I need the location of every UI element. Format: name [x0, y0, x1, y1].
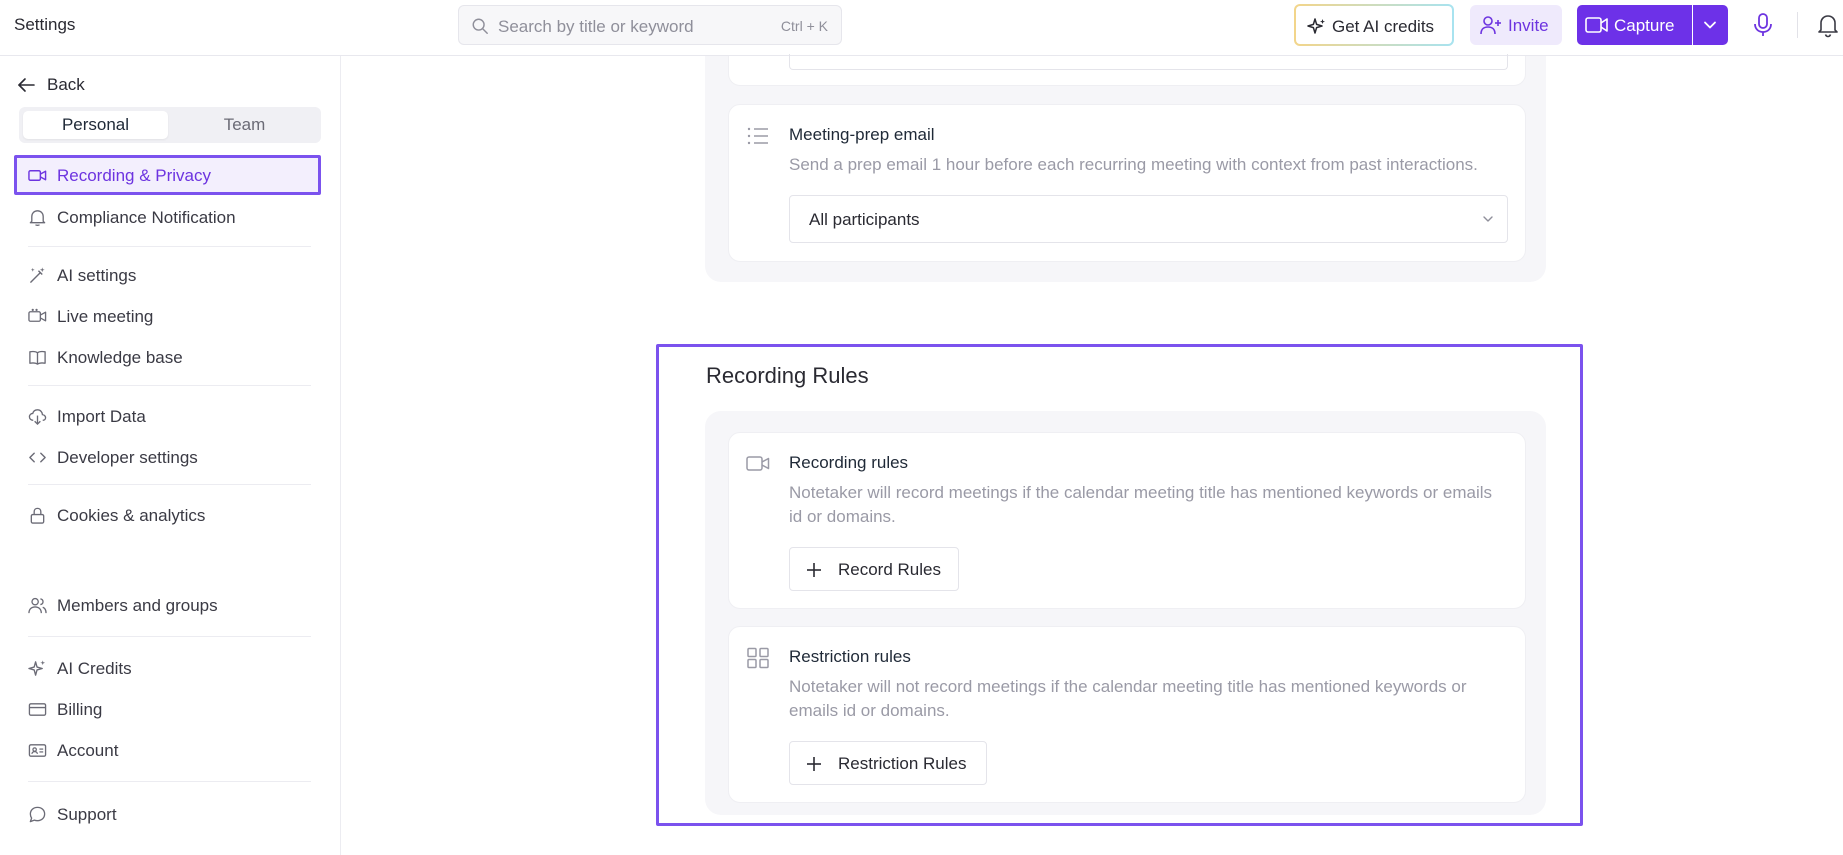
video-camera-icon [28, 170, 47, 181]
restriction-rules-description: Notetaker will not record meetings if th… [789, 677, 1467, 720]
page-title: Settings [14, 15, 76, 34]
lock-icon [30, 507, 45, 524]
notification-bell-icon[interactable] [1817, 12, 1839, 38]
sidebar-item-label: Developer settings [57, 448, 198, 467]
sidebar-item-billing[interactable]: Billing [14, 689, 321, 729]
sidebar-item-label: Support [57, 805, 117, 824]
restriction-rules-title: Restriction rules [789, 647, 911, 666]
users-icon [28, 597, 47, 614]
divider [28, 636, 311, 637]
sidebar-item-label: Live meeting [57, 307, 154, 326]
sidebar-item-label: Cookies & analytics [57, 506, 206, 525]
video-camera-icon [746, 456, 770, 471]
sparkle-icon [1307, 18, 1325, 34]
search-placeholder: Search by title or keyword [498, 17, 694, 36]
invite-button[interactable]: Invite [1470, 5, 1562, 45]
chevron-down-icon [1483, 216, 1493, 222]
arrow-left-icon [18, 78, 35, 92]
tab-team[interactable]: Team [172, 111, 317, 139]
sidebar-item-recording-privacy[interactable]: Recording & Privacy [14, 155, 321, 195]
code-icon [29, 452, 46, 463]
recording-rules-card: Recording rules Notetaker will record me… [728, 432, 1526, 609]
sidebar-item-label: AI settings [57, 266, 137, 285]
video-camera-icon [1585, 17, 1608, 33]
recording-rules-heading: Recording Rules [706, 363, 869, 388]
sidebar-item-label: Account [57, 741, 119, 760]
meeting-prep-title: Meeting-prep email [789, 125, 935, 144]
search-input[interactable]: Search by title or keyword Ctrl + K [458, 5, 842, 45]
magic-wand-icon [30, 267, 45, 283]
id-card-icon [28, 744, 47, 757]
scope-toggle: Personal Team [19, 107, 321, 143]
microphone-icon[interactable] [1752, 12, 1774, 38]
search-shortcut: Ctrl + K [780, 18, 828, 34]
restriction-rules-label: Restriction Rules [838, 754, 967, 773]
meeting-prep-description: Send a prep email 1 hour before each rec… [789, 155, 1478, 174]
chat-bubble-icon [29, 806, 46, 823]
recording-rules-title: Recording rules [789, 453, 909, 472]
sidebar-item-members-groups[interactable]: Members and groups [14, 585, 321, 625]
divider [28, 385, 311, 386]
sidebar-item-label: Compliance Notification [57, 208, 236, 227]
cloud-download-icon [28, 409, 47, 426]
credit-card-icon [28, 703, 47, 716]
previous-setting-field[interactable] [789, 54, 1508, 70]
invite-label: Invite [1508, 16, 1549, 35]
sidebar-item-label: Recording & Privacy [57, 166, 212, 185]
back-label: Back [47, 75, 85, 94]
get-ai-credits-button[interactable]: Get AI credits [1294, 4, 1454, 46]
chevron-down-icon [1704, 21, 1716, 29]
plus-icon [807, 563, 821, 577]
grid-icon [747, 647, 769, 669]
plus-icon [807, 757, 821, 771]
sidebar-item-ai-settings[interactable]: AI settings [14, 255, 321, 295]
sidebar-item-support[interactable]: Support [14, 794, 321, 834]
capture-button[interactable]: Capture [1577, 5, 1692, 45]
list-icon [747, 127, 768, 145]
sidebar-item-label: Knowledge base [57, 348, 183, 367]
divider [28, 781, 311, 782]
divider [28, 484, 311, 485]
sidebar-item-knowledge-base[interactable]: Knowledge base [14, 337, 321, 377]
select-value: All participants [809, 210, 920, 229]
video-call-icon [28, 308, 47, 322]
restriction-rules-button[interactable]: Restriction Rules [789, 741, 987, 785]
sidebar-item-label: Members and groups [57, 596, 218, 615]
search-icon [472, 18, 488, 34]
sidebar-item-compliance-notification[interactable]: Compliance Notification [14, 197, 321, 237]
divider [28, 246, 311, 247]
tab-personal[interactable]: Personal [23, 111, 168, 139]
record-rules-button[interactable]: Record Rules [789, 547, 959, 591]
previous-setting-card [728, 54, 1526, 86]
sidebar-item-label: Billing [57, 700, 103, 719]
record-rules-label: Record Rules [838, 560, 941, 579]
restriction-rules-card: Restriction rules Notetaker will not rec… [728, 626, 1526, 803]
get-ai-credits-label: Get AI credits [1332, 17, 1435, 36]
sidebar: Back Personal Team Recording & Privacy C… [0, 56, 341, 855]
bell-icon [29, 210, 46, 227]
recording-rules-description: Notetaker will record meetings if the ca… [789, 483, 1492, 526]
sidebar-item-developer-settings[interactable]: Developer settings [14, 437, 321, 477]
sidebar-item-ai-credits[interactable]: AI Credits [14, 648, 321, 688]
sidebar-item-live-meeting[interactable]: Live meeting [14, 296, 321, 336]
sidebar-item-account[interactable]: Account [14, 730, 321, 770]
sidebar-item-import-data[interactable]: Import Data [14, 396, 321, 436]
divider [1797, 12, 1798, 38]
book-icon [29, 350, 46, 365]
meeting-prep-email-card: Meeting-prep email Send a prep email 1 h… [728, 104, 1526, 262]
sidebar-item-cookies-analytics[interactable]: Cookies & analytics [14, 495, 321, 535]
sidebar-item-label: Import Data [57, 407, 146, 426]
top-bar: Settings Search by title or keyword Ctrl… [0, 0, 1843, 56]
meeting-prep-recipients-select[interactable]: All participants [789, 195, 1508, 243]
capture-dropdown-button[interactable] [1693, 5, 1728, 45]
sidebar-item-label: AI Credits [57, 659, 132, 678]
sparkle-icon [28, 660, 46, 676]
capture-label: Capture [1614, 16, 1675, 35]
add-user-icon [1480, 16, 1501, 35]
